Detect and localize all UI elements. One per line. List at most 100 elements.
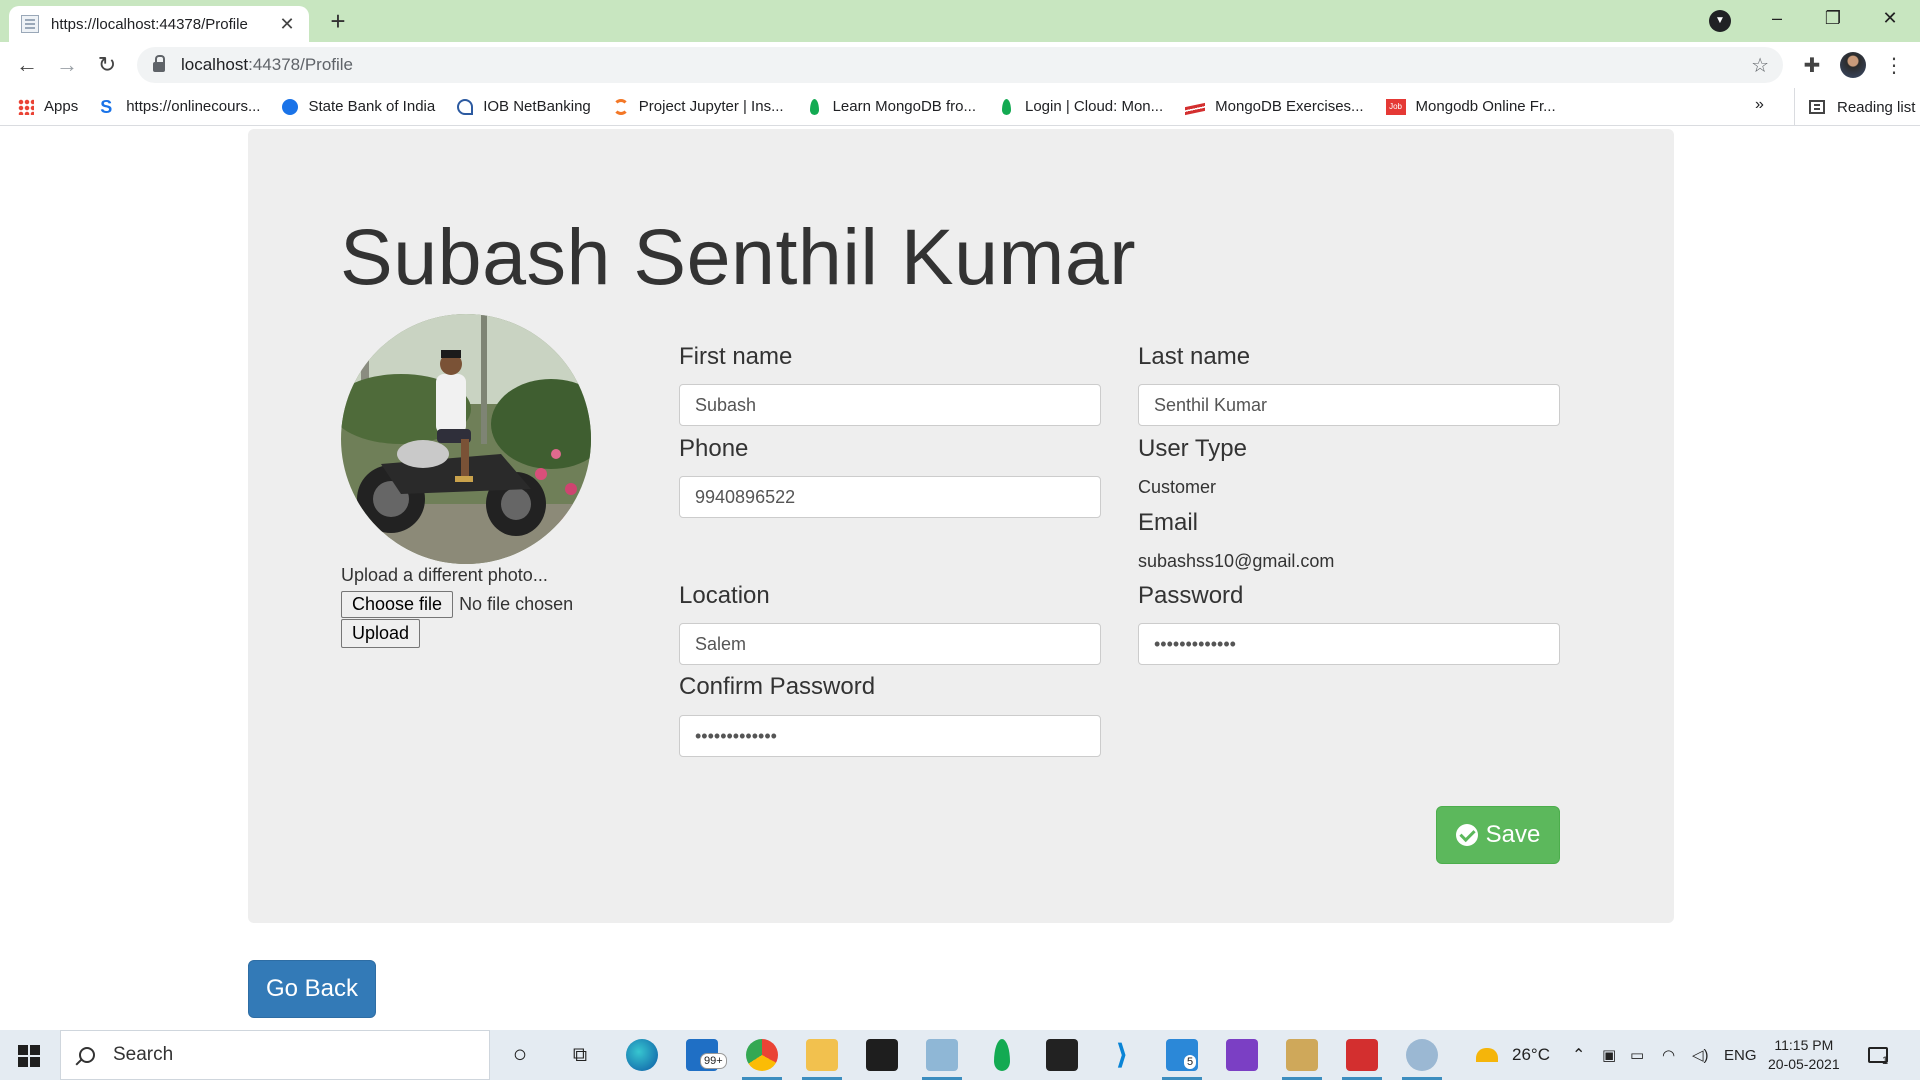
bookmarks-bar: Apps S https://onlinecours... State Bank…	[0, 88, 1920, 126]
browser-tab-strip: https://localhost:44378/Profile ✕ + ▼ – …	[0, 0, 1920, 42]
bookmark-mongodb-exercises[interactable]: MongoDB Exercises...	[1185, 98, 1364, 115]
reading-list-button[interactable]: Reading list	[1794, 88, 1915, 126]
weather-sun-icon	[1476, 1048, 1498, 1062]
clock-date: 20-05-2021	[1768, 1056, 1840, 1072]
job-icon: Job	[1385, 98, 1406, 115]
no-file-text: No file chosen	[459, 594, 574, 614]
bookmark-sbi[interactable]: State Bank of India	[282, 98, 435, 115]
bookmark-apps[interactable]: Apps	[18, 98, 78, 115]
phone-link-badge: 5	[1184, 1055, 1197, 1069]
location-field[interactable]	[679, 623, 1101, 665]
reload-button[interactable]: ↻	[92, 50, 122, 80]
meet-now-icon[interactable]: ▣	[1602, 1030, 1616, 1080]
notes-app-icon[interactable]	[926, 1039, 958, 1071]
last-name-field[interactable]	[1138, 384, 1560, 426]
tab-close-icon[interactable]: ✕	[277, 14, 297, 35]
address-bar[interactable]: localhost:44378/Profile ☆	[137, 47, 1783, 83]
vscode-icon[interactable]: ⟩	[1106, 1039, 1138, 1071]
new-tab-button[interactable]: +	[324, 8, 352, 34]
profile-avatar[interactable]	[1840, 52, 1866, 78]
sbi-icon	[282, 98, 299, 115]
forward-button[interactable]: →	[52, 50, 82, 80]
chrome-icon[interactable]	[746, 1039, 778, 1071]
sticky-notes-icon[interactable]	[1046, 1039, 1078, 1071]
minimize-button[interactable]: –	[1757, 4, 1797, 32]
volume-icon[interactable]: ◁)	[1692, 1030, 1709, 1080]
apps-grid-icon	[18, 98, 34, 115]
bookmark-learn-mongodb[interactable]: Learn MongoDB fro...	[806, 98, 976, 115]
bookmark-onlinecourses[interactable]: S https://onlinecours...	[100, 98, 260, 116]
back-button[interactable]: ←	[12, 50, 42, 80]
tray-overflow-icon[interactable]: ⌃	[1572, 1030, 1585, 1080]
go-back-button[interactable]: Go Back	[248, 960, 376, 1018]
phone-link-icon[interactable]: 5	[1166, 1039, 1198, 1071]
profile-photo	[341, 314, 591, 564]
acrobat-icon[interactable]	[1346, 1039, 1378, 1071]
password-label: Password	[1138, 582, 1244, 609]
mongodb-compass-icon[interactable]	[994, 1039, 1010, 1071]
settings-gear-app-icon[interactable]	[1406, 1039, 1438, 1071]
choose-file-button[interactable]: Choose file	[341, 591, 454, 618]
task-view-icon[interactable]: ⧉	[564, 1039, 596, 1071]
url-text: localhost:44378/Profile	[181, 55, 354, 74]
tools-icon[interactable]	[1286, 1039, 1318, 1071]
password-field[interactable]	[1138, 623, 1560, 665]
wifi-icon[interactable]: ◠	[1662, 1030, 1675, 1080]
email-label: Email	[1138, 509, 1199, 536]
browser-toolbar: ← → ↻ localhost:44378/Profile ☆ ✚ ⋮	[0, 42, 1920, 88]
bookmark-jupyter[interactable]: Project Jupyter | Ins...	[612, 98, 784, 115]
user-type-label: User Type	[1138, 435, 1247, 462]
save-button[interactable]: Save	[1436, 806, 1560, 864]
taskbar-search-box[interactable]: Search	[60, 1030, 490, 1080]
first-name-field[interactable]	[679, 384, 1101, 426]
notification-count: 1	[1882, 1055, 1889, 1067]
battery-icon[interactable]: ▭	[1630, 1030, 1644, 1080]
location-label: Location	[679, 582, 770, 609]
bookmark-iob[interactable]: IOB NetBanking	[457, 98, 591, 115]
clock-time: 11:15 PM	[1774, 1037, 1834, 1053]
search-icon	[79, 1047, 95, 1063]
browser-tab[interactable]: https://localhost:44378/Profile ✕	[9, 6, 309, 42]
jupyter-icon	[612, 98, 629, 115]
cortana-icon[interactable]: ○	[504, 1039, 536, 1071]
lock-icon[interactable]	[153, 55, 165, 72]
mail-badge: 99+	[700, 1053, 727, 1069]
confirm-password-field[interactable]	[679, 715, 1101, 757]
tab-search-icon[interactable]: ▼	[1709, 10, 1731, 32]
profile-photo-image	[341, 314, 591, 564]
terminal-icon[interactable]	[866, 1039, 898, 1071]
page-favicon-icon	[21, 15, 39, 33]
windows-start-icon[interactable]	[18, 1045, 40, 1067]
browser-menu-icon[interactable]: ⋮	[1880, 52, 1908, 80]
reading-list-icon	[1809, 100, 1825, 114]
iob-icon	[457, 98, 474, 115]
tab-title: https://localhost:44378/Profile	[51, 15, 248, 33]
system-clock[interactable]: 11:15 PM 20-05-2021	[1768, 1036, 1840, 1074]
windows-taskbar: Search ○ ⧉ 99+ ⟩ 5 26°C ⌃ ▣ ▭ ◠ ◁) ENG 1…	[0, 1030, 1920, 1080]
extensions-puzzle-icon[interactable]: ✚	[1798, 52, 1826, 80]
phone-field[interactable]	[679, 476, 1101, 518]
weather-widget[interactable]: 26°C	[1476, 1030, 1550, 1080]
user-type-value: Customer	[1138, 477, 1217, 497]
upload-button[interactable]: Upload	[341, 619, 421, 648]
last-name-label: Last name	[1138, 343, 1251, 370]
notification-center-icon[interactable]: 1	[1868, 1030, 1894, 1080]
visual-studio-icon[interactable]	[1226, 1039, 1258, 1071]
profile-name-heading: Subash Senthil Kumar	[340, 212, 1137, 301]
bookmarks-overflow-button[interactable]: »	[1755, 96, 1764, 114]
language-indicator[interactable]: ENG	[1724, 1030, 1757, 1080]
bookmark-mongodb-online[interactable]: Job Mongodb Online Fr...	[1385, 98, 1556, 115]
upload-photo-label: Upload a different photo...	[341, 565, 548, 585]
bookmark-mongodb-cloud[interactable]: Login | Cloud: Mon...	[998, 98, 1163, 115]
check-circle-icon	[1455, 824, 1478, 846]
bookmark-star-icon[interactable]: ☆	[1751, 53, 1769, 78]
email-value: subashss10@gmail.com	[1138, 551, 1335, 571]
close-window-button[interactable]: ✕	[1870, 4, 1910, 32]
first-name-label: First name	[679, 343, 793, 370]
edge-icon[interactable]	[626, 1039, 658, 1071]
restore-button[interactable]: ❐	[1813, 4, 1853, 32]
page-content: Subash Senthil Kumar Upload a different …	[0, 127, 1920, 1030]
file-explorer-icon[interactable]	[806, 1039, 838, 1071]
mail-icon[interactable]: 99+	[686, 1039, 727, 1071]
profile-panel: Subash Senthil Kumar Upload a different …	[248, 129, 1674, 923]
